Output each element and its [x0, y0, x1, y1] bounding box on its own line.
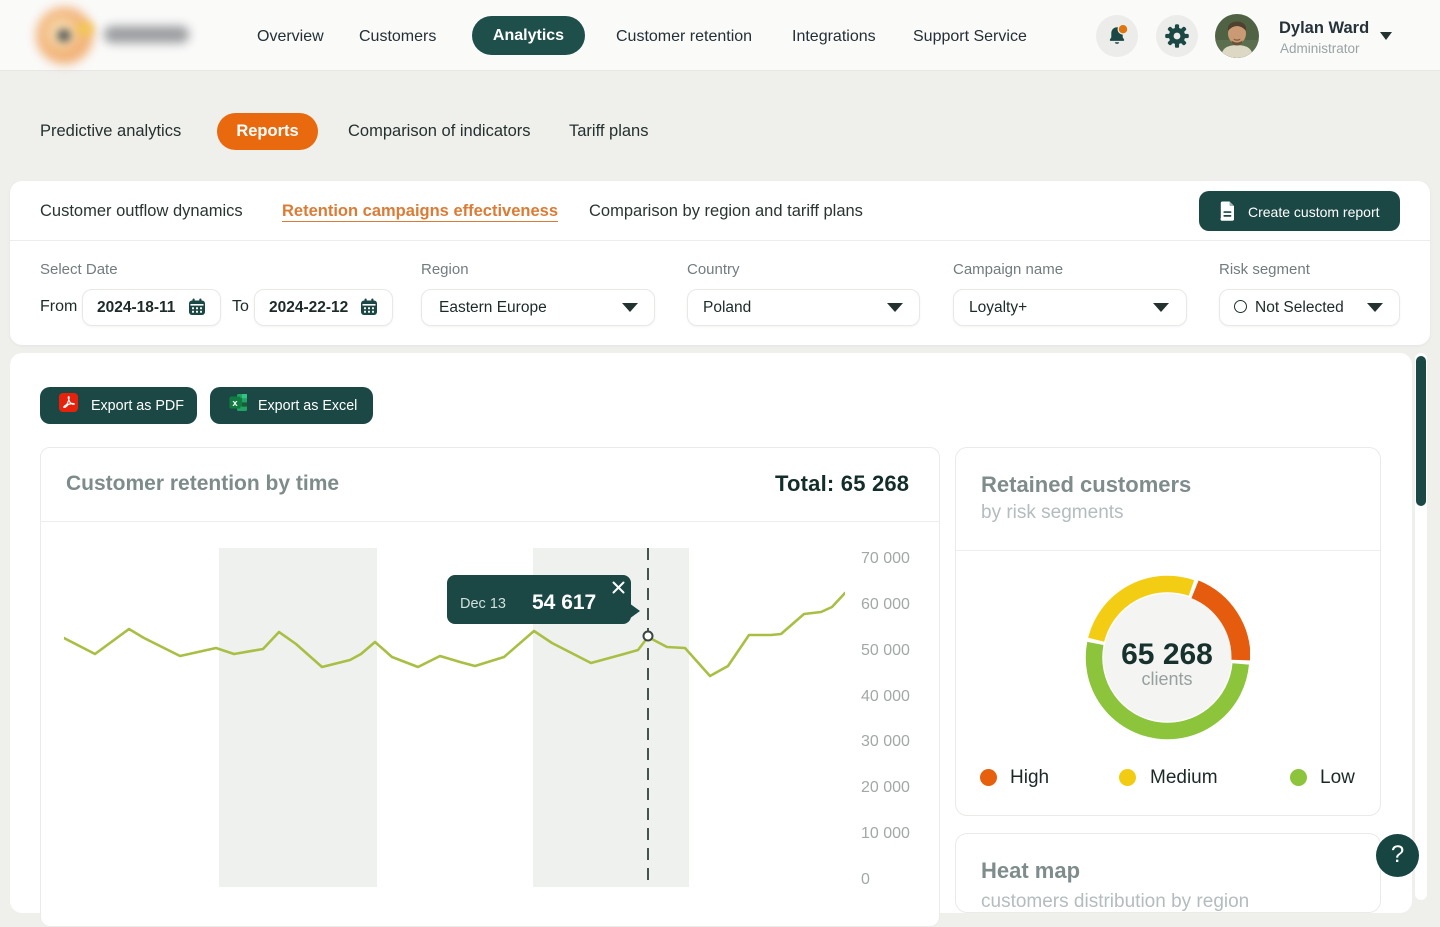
- svg-text:x: x: [232, 398, 238, 409]
